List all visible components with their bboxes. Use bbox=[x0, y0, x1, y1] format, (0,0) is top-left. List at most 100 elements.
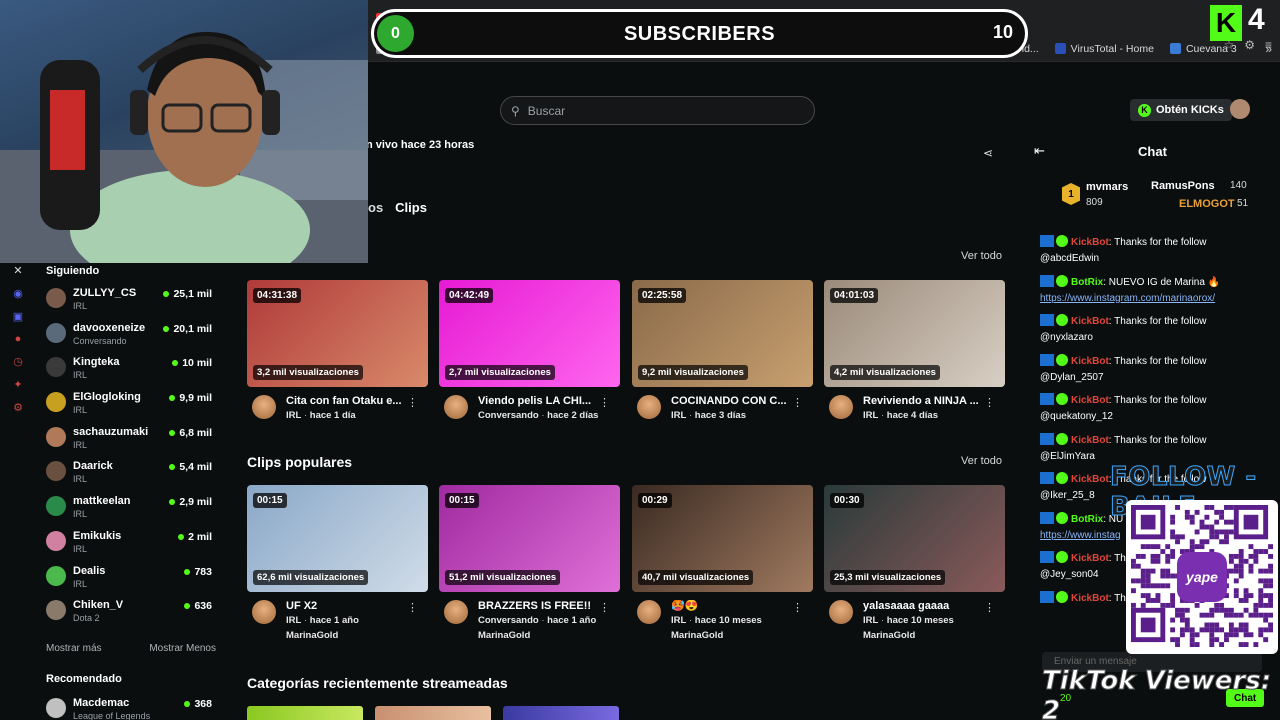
category-card[interactable] bbox=[503, 706, 619, 720]
user-avatar[interactable] bbox=[1230, 99, 1250, 119]
card-title[interactable]: UF X2 bbox=[286, 600, 359, 613]
card-title[interactable]: Cita con fan Otaku e... bbox=[286, 395, 402, 408]
chat-link[interactable]: https://www.instagram.com/marinaorox/ bbox=[1040, 293, 1215, 304]
following-item[interactable]: mattkeelan IRL 2,9 mil bbox=[46, 495, 216, 530]
clip-card[interactable]: 00:30 25,3 mil visualizaciones yalasaaaa g… bbox=[824, 485, 1005, 643]
clips-see-all-link[interactable]: Ver todo bbox=[961, 455, 1002, 467]
facebook-icon[interactable]: ▣ bbox=[13, 310, 23, 323]
videos-see-all-link[interactable]: Ver todo bbox=[961, 250, 1002, 262]
chat-username[interactable]: BotRix bbox=[1071, 277, 1103, 288]
card-separator: · bbox=[686, 615, 695, 626]
more-options-icon[interactable]: ⋮ bbox=[984, 601, 995, 614]
qr-module bbox=[1209, 534, 1215, 540]
menu-icon[interactable]: ≡ bbox=[1265, 38, 1272, 52]
discord-icon[interactable]: ◉ bbox=[13, 287, 23, 300]
chat-username[interactable]: KickBot bbox=[1071, 593, 1109, 604]
duration-badge: 04:42:49 bbox=[445, 288, 494, 303]
card-title[interactable]: Viendo pelis LA CHI... bbox=[478, 395, 598, 408]
thumbnail[interactable]: 02:25:58 9,2 mil visualizaciones bbox=[632, 280, 813, 387]
share-icon[interactable]: ⋖ bbox=[983, 146, 993, 160]
recommended-avatar bbox=[46, 698, 66, 718]
more-options-icon[interactable]: ⋮ bbox=[792, 396, 803, 409]
card-title[interactable]: Reviviendo a NINJA ... bbox=[863, 395, 979, 408]
video-card[interactable]: 04:31:38 3,2 mil visualizaciones Cita con … bbox=[247, 280, 428, 423]
more-options-icon[interactable]: ⋮ bbox=[599, 601, 610, 614]
get-kicks-button[interactable]: K Obtén KICKs bbox=[1130, 99, 1232, 121]
following-item[interactable]: Daarick IRL 5,4 mil bbox=[46, 460, 216, 495]
clip-author: MarinaGold bbox=[671, 628, 762, 643]
chat-text: : Thanks for the follow bbox=[1108, 316, 1207, 327]
webcam-scene bbox=[0, 31, 368, 263]
qr-module bbox=[1189, 539, 1195, 545]
qr-module bbox=[1243, 588, 1249, 594]
qr-module bbox=[1194, 642, 1200, 647]
thumbnail[interactable]: 04:31:38 3,2 mil visualizaciones bbox=[247, 280, 428, 387]
show-more-button[interactable]: Mostrar más bbox=[46, 643, 102, 654]
qr-module bbox=[1199, 612, 1205, 618]
video-card[interactable]: 04:01:03 4,2 mil visualizaciones Reviviend… bbox=[824, 280, 1005, 423]
tab-clips[interactable]: Clips bbox=[395, 200, 427, 215]
card-title[interactable]: COCINANDO CON C... bbox=[671, 395, 787, 408]
show-less-button[interactable]: Mostrar Menos bbox=[149, 643, 216, 654]
card-title[interactable]: BRAZZERS IS FREE!! bbox=[478, 600, 596, 613]
more-options-icon[interactable]: ⋮ bbox=[984, 396, 995, 409]
following-item[interactable]: Kingteka IRL 10 mil bbox=[46, 356, 216, 391]
qr-module bbox=[1199, 544, 1205, 550]
chat-username[interactable]: KickBot bbox=[1071, 435, 1109, 446]
following-item[interactable]: ZULLYY_CS IRL 25,1 mil bbox=[46, 287, 216, 322]
thumbnail[interactable]: 00:29 40,7 mil visualizaciones bbox=[632, 485, 813, 592]
video-card[interactable]: 02:25:58 9,2 mil visualizaciones COCINANDO… bbox=[632, 280, 813, 423]
thumbnail[interactable]: 04:42:49 2,7 mil visualizaciones bbox=[439, 280, 620, 387]
recommended-item[interactable]: Macdemac League of Legends 368 bbox=[46, 697, 216, 720]
following-item[interactable]: Emikukis IRL 2 mil bbox=[46, 530, 216, 565]
card-title[interactable]: yalasaaaa gaaaa bbox=[863, 600, 954, 613]
category-card[interactable] bbox=[375, 706, 491, 720]
qr-module bbox=[1233, 593, 1239, 599]
chat-message: BotRix: NUEVO IG de Marina 🔥 https://www.… bbox=[1040, 274, 1272, 315]
live-dot-icon bbox=[178, 533, 185, 540]
chat-username[interactable]: BotRix bbox=[1071, 514, 1103, 525]
chat-username[interactable]: KickBot bbox=[1071, 395, 1109, 406]
more-options-icon[interactable]: ⋮ bbox=[599, 396, 610, 409]
chat-username[interactable]: KickBot bbox=[1071, 237, 1109, 248]
chat-username[interactable]: KickBot bbox=[1071, 474, 1109, 485]
chat-link[interactable]: https://www.instag bbox=[1040, 530, 1121, 541]
viewer-count: 9,9 mil bbox=[169, 392, 212, 404]
thumbnail[interactable]: 00:15 62,6 mil visualizaciones bbox=[247, 485, 428, 592]
chat-username[interactable]: KickBot bbox=[1071, 316, 1109, 327]
puzzle-icon[interactable]: ✦ bbox=[13, 378, 22, 391]
search-input[interactable]: ⚲ Buscar bbox=[500, 96, 815, 125]
more-options-icon[interactable]: ⋮ bbox=[407, 601, 418, 614]
clip-card[interactable]: 00:15 62,6 mil visualizaciones UF X2 IRL · … bbox=[247, 485, 428, 643]
card-age: hace 3 días bbox=[694, 410, 746, 421]
x-twitter-icon[interactable]: ✕ bbox=[13, 264, 22, 277]
more-options-icon[interactable]: ⋮ bbox=[407, 396, 418, 409]
clock-icon[interactable]: ◷ bbox=[13, 355, 23, 368]
following-item[interactable]: ElGlogloking IRL 9,9 mil bbox=[46, 391, 216, 426]
thumbnail[interactable]: 00:15 51,2 mil visualizaciones bbox=[439, 485, 620, 592]
qr-module bbox=[1194, 529, 1200, 535]
chat-username[interactable]: KickBot bbox=[1071, 356, 1109, 367]
category-card[interactable] bbox=[247, 706, 363, 720]
video-card[interactable]: 04:42:49 2,7 mil visualizaciones Viendo pe… bbox=[439, 280, 620, 423]
card-meta: Reviviendo a NINJA ... IRL · hace 4 días ⋮ bbox=[824, 395, 1005, 423]
bookmark-item[interactable]: VirusTotal - Home bbox=[1047, 43, 1162, 55]
extensions-icon[interactable]: ⚙ bbox=[1244, 38, 1255, 52]
qr-module bbox=[1179, 632, 1185, 638]
tab-videos[interactable]: os bbox=[368, 200, 383, 215]
clip-card[interactable]: 00:29 40,7 mil visualizaciones 🥵😍 IRL · hac… bbox=[632, 485, 813, 643]
thumbnail[interactable]: 00:30 25,3 mil visualizaciones bbox=[824, 485, 1005, 592]
youtube-icon[interactable]: ● bbox=[15, 333, 22, 345]
following-item[interactable]: Dealis IRL 783 bbox=[46, 565, 216, 600]
following-item[interactable]: Chiken_V Dota 2 636 bbox=[46, 599, 216, 634]
card-title[interactable]: 🥵😍 bbox=[671, 600, 762, 613]
following-item[interactable]: sachauzumaki IRL 6,8 mil bbox=[46, 426, 216, 461]
qr-module bbox=[1228, 529, 1234, 535]
qr-module bbox=[1243, 607, 1249, 613]
thumbnail[interactable]: 04:01:03 4,2 mil visualizaciones bbox=[824, 280, 1005, 387]
following-item[interactable]: davooxeneize Conversando 20,1 mil bbox=[46, 322, 216, 357]
clip-card[interactable]: 00:15 51,2 mil visualizaciones BRAZZERS IS… bbox=[439, 485, 620, 643]
chat-username[interactable]: KickBot bbox=[1071, 553, 1109, 564]
more-options-icon[interactable]: ⋮ bbox=[792, 601, 803, 614]
settings-icon[interactable]: ⚙ bbox=[13, 401, 23, 414]
